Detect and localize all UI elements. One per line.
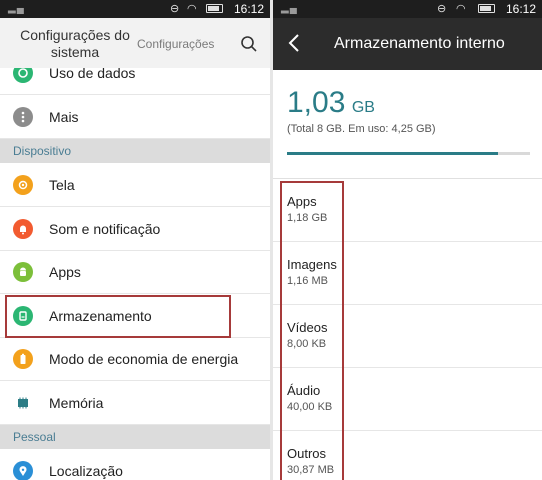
memory-icon (13, 393, 33, 413)
settings-row[interactable]: Memória (0, 382, 270, 425)
location-icon (13, 461, 33, 480)
dnd-icon: ⊖ (170, 3, 180, 15)
settings-header: Configurações do sistema Configurações (0, 18, 270, 68)
storage-category-list: Apps 1,18 GB Imagens 1,16 MB Vídeos 8,00 KB Áu… (273, 178, 542, 476)
back-arrow-icon[interactable] (287, 33, 301, 53)
settings-row-label: Localização (49, 463, 123, 479)
used-space: 1,03 GB (287, 86, 375, 120)
status-time-right: 16:12 (505, 2, 536, 16)
battery-status-icon (206, 2, 223, 16)
settings-row-label: Memória (49, 394, 104, 411)
settings-row-label: Tela (49, 177, 75, 193)
storage-title: Armazenamento interno (334, 35, 505, 52)
more-icon (13, 107, 33, 127)
page-title: Configurações do sistema (20, 27, 130, 60)
settings-row[interactable]: Localização (0, 450, 270, 480)
settings-row-label: Som e notificação (49, 220, 161, 237)
wifi-icon-right: ◠ (456, 3, 466, 15)
signal-icon-right: ▂▄ (281, 3, 298, 14)
used-value: 1,03 (287, 86, 346, 119)
settings-row-label: Modo de economia de energia (49, 351, 239, 367)
signal-icon: ▂▄ (8, 3, 25, 14)
battery-status-icon-right (478, 2, 495, 16)
section-label: Dispositivo (13, 144, 72, 158)
dnd-icon-right: ⊖ (437, 3, 447, 15)
section-label: Pessoal (13, 430, 56, 444)
highlight-box-storage (5, 295, 231, 338)
used-unit: GB (351, 99, 375, 116)
settings-panel: ▂▄ ⊖ ◠ 16:12 Configurações do sistema Co… (0, 0, 270, 480)
android-icon (13, 262, 33, 282)
section-header-personal: Pessoal (0, 425, 270, 449)
internal-storage-panel: ▂▄ ⊖ ◠ 16:12 Armazenamento interno 1,03 … (273, 0, 542, 480)
search-icon[interactable] (240, 35, 258, 53)
storage-progress-fill (287, 152, 499, 155)
highlight-box-categories (280, 181, 344, 480)
settings-row[interactable]: Modo de economia de energia (0, 338, 270, 381)
battery-icon (13, 349, 33, 369)
display-icon (13, 175, 33, 195)
settings-row[interactable]: Som e notificação (0, 208, 270, 251)
status-bar-right: ▂▄ ⊖ ◠ 16:12 (273, 0, 542, 18)
status-bar: ▂▄ ⊖ ◠ 16:12 (0, 0, 270, 18)
settings-row-label: Mais (49, 109, 79, 125)
header-subtitle[interactable]: Configurações (137, 37, 214, 51)
wifi-icon: ◠ (187, 3, 197, 15)
settings-row[interactable]: Apps (0, 251, 270, 294)
storage-header: Armazenamento interno (273, 18, 542, 70)
bell-icon (13, 218, 33, 239)
storage-summary: 1,03 GB (Total 8 GB. Em uso: 4,25 GB) (273, 70, 542, 178)
settings-row-label: Apps (49, 264, 81, 280)
settings-row[interactable]: Mais (0, 96, 270, 139)
status-time: 16:12 (233, 2, 264, 16)
settings-row[interactable]: Tela (0, 164, 270, 207)
storage-progress-bar (287, 152, 530, 155)
section-header-device: Dispositivo (0, 139, 270, 163)
total-usage-line: (Total 8 GB. Em uso: 4,25 GB) (287, 123, 436, 135)
